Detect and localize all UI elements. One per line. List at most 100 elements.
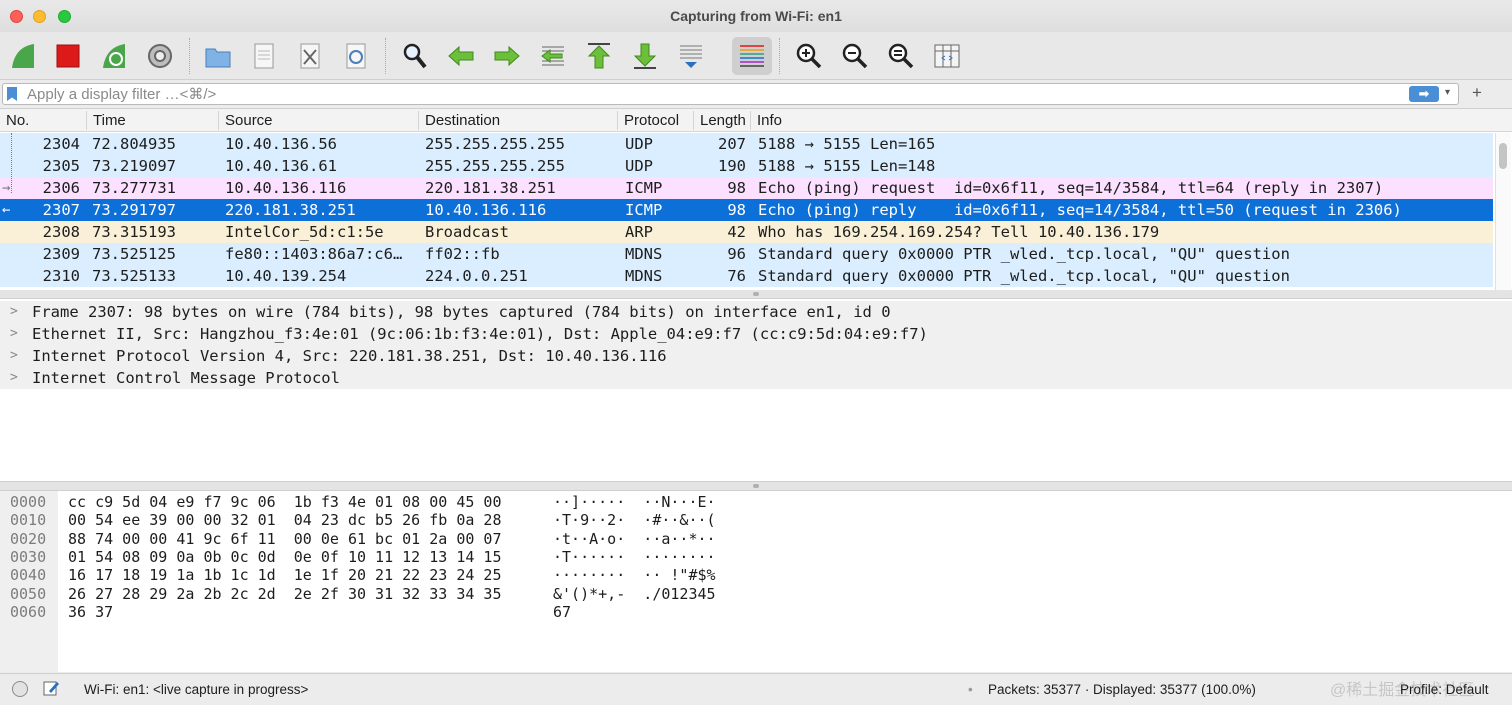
byte-ascii[interactable]: ········ ·· !"#$% (553, 566, 716, 584)
byte-hex[interactable]: 26 27 28 29 2a 2b 2c 2d 2e 2f 30 31 32 3… (68, 585, 501, 603)
byte-ascii[interactable]: 67 (553, 603, 571, 621)
table-row[interactable]: → 2306 73.277731 10.40.136.116 220.181.38.25… (0, 177, 1493, 199)
go-to-packet-icon[interactable] (533, 37, 573, 75)
packet-list-scrollbar[interactable] (1495, 133, 1511, 291)
column-header-destination[interactable]: Destination (418, 111, 618, 130)
title-bar: Capturing from Wi-Fi: en1 (0, 0, 1512, 32)
pane-splitter[interactable] (0, 482, 1512, 490)
main-toolbar (0, 32, 1512, 80)
byte-hex[interactable]: 00 54 ee 39 00 00 32 01 04 23 dc b5 26 f… (68, 511, 501, 529)
add-filter-button[interactable]: + (1472, 83, 1482, 103)
go-first-packet-icon[interactable] (579, 37, 619, 75)
capture-options-icon[interactable] (140, 37, 180, 75)
go-forward-icon[interactable] (487, 37, 527, 75)
cell-source: IntelCor_5d:c1:5e (225, 223, 384, 241)
close-window-button[interactable] (10, 10, 23, 23)
save-file-icon[interactable] (244, 37, 284, 75)
column-header-no[interactable]: No. (0, 111, 86, 130)
column-header-time[interactable]: Time (86, 111, 218, 130)
chevron-right-icon[interactable]: > (10, 367, 18, 389)
apply-filter-button[interactable]: ➡ (1409, 86, 1439, 102)
cell-time: 73.291797 (92, 201, 176, 219)
byte-offset[interactable]: 0040 (10, 566, 46, 584)
capture-comment-icon[interactable] (42, 679, 60, 697)
expert-info-icon[interactable] (12, 681, 28, 697)
byte-ascii[interactable]: &'()*+,- ./012345 (553, 585, 716, 603)
find-packet-icon[interactable] (395, 37, 435, 75)
byte-hex[interactable]: 88 74 00 00 41 9c 6f 11 00 0e 61 bc 01 2… (68, 530, 501, 548)
detail-row-ethernet[interactable]: > Ethernet II, Src: Hangzhou_f3:4e:01 (9c… (0, 323, 1512, 345)
detail-row-frame[interactable]: > Frame 2307: 98 bytes on wire (784 bits)… (0, 301, 1512, 323)
cell-protocol: UDP (625, 157, 653, 175)
table-row[interactable]: 2305 73.219097 10.40.136.61 255.255.255.255… (0, 155, 1493, 177)
window-title: Capturing from Wi-Fi: en1 (670, 8, 842, 24)
display-filter-input[interactable] (27, 85, 1377, 104)
cell-no: 2310 (42, 267, 80, 285)
table-row[interactable]: 2308 73.315193 IntelCor_5d:c1:5e Broadcast A… (0, 221, 1493, 243)
display-filter-bar: ➡ ▾ + (0, 80, 1512, 108)
cell-time: 73.277731 (92, 179, 176, 197)
resize-columns-icon[interactable] (927, 37, 967, 75)
scrollbar-thumb[interactable] (1499, 143, 1507, 169)
byte-offset[interactable]: 0010 (10, 511, 46, 529)
reload-file-icon[interactable] (336, 37, 376, 75)
stop-capture-icon[interactable] (48, 37, 88, 75)
zoom-in-icon[interactable] (789, 37, 829, 75)
byte-hex[interactable]: 36 37 (68, 603, 113, 621)
start-capture-icon[interactable] (3, 37, 43, 75)
normal-size-icon[interactable] (881, 37, 921, 75)
go-last-packet-icon[interactable] (625, 37, 665, 75)
byte-offset[interactable]: 0060 (10, 603, 46, 621)
byte-hex[interactable]: 01 54 08 09 0a 0b 0c 0d 0e 0f 10 11 12 1… (68, 548, 501, 566)
zoom-out-icon[interactable] (835, 37, 875, 75)
cell-protocol: ICMP (625, 179, 663, 197)
byte-offset[interactable]: 0020 (10, 530, 46, 548)
open-file-icon[interactable] (198, 37, 238, 75)
cell-no: 2306 (42, 179, 80, 197)
cell-source: 220.181.38.251 (225, 201, 356, 219)
byte-offset[interactable]: 0000 (10, 493, 46, 511)
close-file-icon[interactable] (290, 37, 330, 75)
autoscroll-icon[interactable] (671, 37, 711, 75)
byte-ascii[interactable]: ··]····· ··N···E· (553, 493, 716, 511)
detail-row-ipv4[interactable]: > Internet Protocol Version 4, Src: 220.1… (0, 345, 1512, 367)
cell-info: Standard query 0x0000 PTR _wled._tcp.loc… (758, 267, 1290, 285)
column-header-source[interactable]: Source (218, 111, 418, 130)
cell-protocol: MDNS (625, 267, 663, 285)
byte-ascii[interactable]: ·t··A·o· ··a··*·· (553, 530, 716, 548)
table-row[interactable]: 2304 72.804935 10.40.136.56 255.255.255.255… (0, 133, 1493, 155)
cell-time: 73.315193 (92, 223, 176, 241)
column-header-length[interactable]: Length (693, 111, 750, 130)
byte-hex[interactable]: 16 17 18 19 1a 1b 1c 1d 1e 1f 20 21 22 2… (68, 566, 501, 584)
cell-info: Echo (ping) request id=0x6f11, seq=14/35… (758, 179, 1384, 197)
cell-source: fe80::1403:86a7:c6… (225, 245, 403, 263)
go-back-icon[interactable] (441, 37, 481, 75)
zoom-window-button[interactable] (58, 10, 71, 23)
column-header-info[interactable]: Info (750, 111, 1495, 130)
profile-text[interactable]: Profile: Default (1400, 682, 1489, 697)
colorize-icon[interactable] (732, 37, 772, 75)
column-header-protocol[interactable]: Protocol (617, 111, 693, 130)
cell-length: 42 (727, 223, 746, 241)
cell-destination: 255.255.255.255 (425, 135, 565, 153)
chevron-right-icon[interactable]: > (10, 345, 18, 367)
detail-row-icmp[interactable]: > Internet Control Message Protocol (0, 367, 1512, 389)
table-row[interactable]: ← 2307 73.291797 220.181.38.251 10.40.136.11… (0, 199, 1493, 221)
table-row[interactable]: 2309 73.525125 fe80::1403:86a7:c6… ff02::fb… (0, 243, 1493, 265)
table-row[interactable]: 2310 73.525133 10.40.139.254 224.0.0.251 MDN… (0, 265, 1493, 287)
chevron-right-icon[interactable]: > (10, 301, 18, 323)
filter-history-dropdown[interactable]: ▾ (1445, 87, 1450, 98)
filter-bookmark-icon[interactable] (7, 87, 17, 101)
chevron-right-icon[interactable]: > (10, 323, 18, 345)
packet-list-header: No. Time Source Destination Protocol Len… (0, 109, 1512, 132)
byte-offset[interactable]: 0050 (10, 585, 46, 603)
cell-length: 96 (727, 245, 746, 263)
pane-splitter[interactable] (0, 290, 1512, 298)
minimize-window-button[interactable] (33, 10, 46, 23)
restart-capture-icon[interactable] (94, 37, 134, 75)
byte-hex[interactable]: cc c9 5d 04 e9 f7 9c 06 1b f3 4e 01 08 0… (68, 493, 501, 511)
cell-source: 10.40.136.61 (225, 157, 337, 175)
byte-ascii[interactable]: ·T·9··2· ·#··&··( (553, 511, 716, 529)
byte-offset[interactable]: 0030 (10, 548, 46, 566)
byte-ascii[interactable]: ·T······ ········ (553, 548, 716, 566)
